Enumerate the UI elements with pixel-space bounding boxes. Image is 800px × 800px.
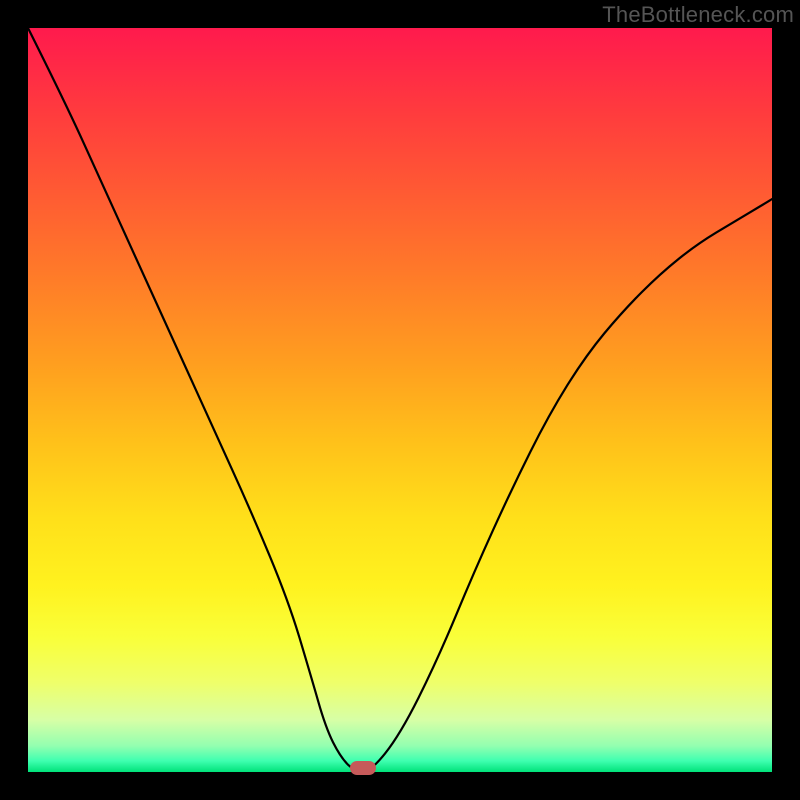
- optimum-marker: [350, 761, 376, 775]
- bottleneck-curve: [28, 28, 772, 772]
- watermark-text: TheBottleneck.com: [602, 2, 794, 28]
- chart-frame: TheBottleneck.com: [0, 0, 800, 800]
- plot-area: [28, 28, 772, 772]
